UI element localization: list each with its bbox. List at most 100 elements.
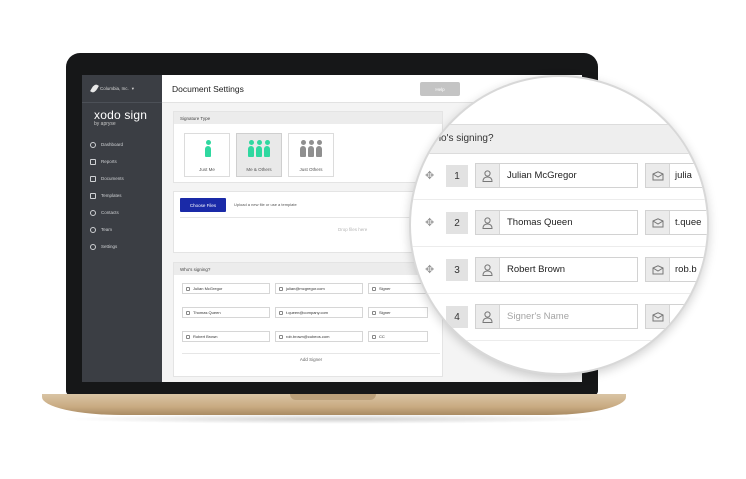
sidebar-item-label: Templates — [101, 193, 122, 198]
role-icon — [372, 310, 376, 315]
team-icon — [90, 226, 96, 233]
signer-name-field[interactable]: Thomas Queen — [475, 210, 638, 235]
mail-icon — [646, 164, 670, 187]
signer-email-field[interactable]: julian@mcgregor.com — [275, 283, 363, 294]
signer-email-field[interactable] — [645, 304, 707, 329]
sidebar-item-team[interactable]: Team — [90, 221, 160, 238]
signer-name: Thomas Queen — [193, 310, 221, 315]
sidebar-item-label: Contacts — [101, 210, 119, 215]
org-switcher[interactable]: Columbia, Inc. ▾ — [82, 75, 162, 103]
choose-files-button[interactable]: Choose Files — [180, 198, 226, 212]
signer-row: Robert Brown rob.brown@cubeos.com CC — [182, 331, 428, 342]
signer-email: rob.brown@cubeos.com — [286, 334, 330, 339]
page-title: Document Settings — [172, 84, 244, 94]
drop-zone[interactable]: Drop files here — [180, 217, 436, 249]
signer-name-field[interactable]: Robert Brown — [182, 331, 270, 342]
user-icon — [186, 334, 190, 339]
magnifier-header: Who's signing? — [411, 124, 707, 154]
sidebar-item-templates[interactable]: Templates — [90, 187, 160, 204]
mail-icon — [279, 310, 283, 315]
signer-row-1: ✥ 1 Julian McGregor julia — [411, 154, 707, 200]
magnifier-title: Who's signing? — [426, 133, 494, 144]
signer-name-field[interactable]: Julian McGregor — [182, 283, 270, 294]
brand-logo: xodo sign — [94, 108, 148, 122]
signer-name: Thomas Queen — [507, 217, 573, 228]
signer-name: Robert Brown — [507, 264, 566, 275]
option-me-and-others[interactable]: Me & Others — [236, 133, 282, 177]
mail-icon — [646, 258, 670, 281]
document-icon — [90, 175, 96, 182]
sidebar-item-contacts[interactable]: Contacts — [90, 204, 160, 221]
option-label: Me & Others — [246, 167, 272, 172]
signer-email: rob.b — [675, 264, 697, 275]
signer-name: Robert Brown — [193, 334, 218, 339]
signer-name-field[interactable]: Robert Brown — [475, 257, 638, 282]
option-just-others[interactable]: Just Others — [288, 133, 334, 177]
signer-name-field[interactable]: Signer's Name — [475, 304, 638, 329]
signer-role: CC — [379, 334, 385, 339]
signer-email-field[interactable]: t.queen@company.com — [275, 307, 363, 318]
upload-card: Choose Files Upload a new file or use a … — [173, 191, 443, 253]
gear-icon — [90, 243, 96, 250]
laptop-mockup: Columbia, Inc. ▾ xodo sign by apryse Das… — [0, 0, 746, 479]
person-icon — [264, 140, 270, 157]
add-signer-button[interactable]: Add Signer — [182, 353, 440, 365]
user-icon — [476, 164, 500, 187]
person-icon — [256, 140, 262, 157]
signer-name-field[interactable]: Thomas Queen — [182, 307, 270, 318]
person-icon — [308, 140, 314, 157]
sidebar-item-documents[interactable]: Documents — [90, 170, 160, 187]
drag-handle-icon[interactable]: ✥ — [425, 311, 434, 323]
mail-icon — [279, 334, 283, 339]
role-icon — [372, 286, 376, 291]
org-name: Columbia, Inc. — [100, 86, 129, 91]
sidebar-item-dashboard[interactable]: Dashboard — [90, 136, 160, 153]
signer-row: Julian McGregor julian@mcgregor.com Sign… — [182, 283, 428, 294]
mail-icon — [646, 305, 670, 328]
sidebar-item-settings[interactable]: Settings — [90, 238, 160, 255]
signer-order-number: 3 — [446, 259, 468, 281]
signer-row-3: ✥ 3 Robert Brown rob.b — [411, 248, 707, 294]
signer-email-field[interactable]: t.quee — [645, 210, 707, 235]
sidebar-item-label: Dashboard — [101, 142, 124, 147]
signature-type-heading: Signature Type — [174, 112, 442, 124]
user-icon — [476, 211, 500, 234]
drag-handle-icon[interactable]: ✥ — [425, 217, 434, 229]
user-icon — [476, 305, 500, 328]
magnifier-callout: Who's signing? ✥ 1 Julian McGregor julia… — [409, 75, 709, 375]
person-icon — [205, 140, 211, 157]
clock-icon — [90, 141, 96, 148]
person-icon — [248, 140, 254, 157]
signer-email-field[interactable]: julia — [645, 163, 707, 188]
template-icon — [90, 192, 96, 199]
user-icon — [186, 310, 190, 315]
signer-email: julian@mcgregor.com — [286, 286, 325, 291]
option-just-me[interactable]: Just Me — [184, 133, 230, 177]
user-icon — [186, 286, 190, 291]
signer-row: Thomas Queen t.queen@company.com Signer — [182, 307, 428, 318]
option-label: Just Me — [199, 167, 215, 172]
laptop-shadow — [60, 414, 608, 424]
signer-name-field[interactable]: Julian McGregor — [475, 163, 638, 188]
sidebar-item-label: Team — [101, 227, 113, 232]
user-icon — [476, 258, 500, 281]
help-button[interactable]: Help — [420, 82, 460, 96]
feather-icon — [90, 83, 99, 94]
sidebar: Columbia, Inc. ▾ xodo sign by apryse Das… — [82, 75, 162, 382]
drag-handle-icon[interactable]: ✥ — [425, 264, 434, 276]
mail-icon — [279, 286, 283, 291]
sidebar-item-reports[interactable]: Reports — [90, 153, 160, 170]
signer-email: t.queen@company.com — [286, 310, 329, 315]
bar-chart-icon — [90, 158, 96, 165]
signer-role: Signer — [379, 310, 391, 315]
option-label: Just Others — [299, 167, 323, 172]
signer-name-placeholder: Signer's Name — [507, 311, 570, 322]
signers-card: Who's signing? Julian McGregor julian@mc… — [173, 262, 443, 377]
brand-subtitle: by apryse — [94, 121, 116, 127]
drag-handle-icon[interactable]: ✥ — [425, 170, 434, 182]
signer-email-field[interactable]: rob.brown@cubeos.com — [275, 331, 363, 342]
signer-order-number: 4 — [446, 306, 468, 328]
mail-icon — [646, 211, 670, 234]
sidebar-item-label: Reports — [101, 159, 117, 164]
signer-email-field[interactable]: rob.b — [645, 257, 707, 282]
